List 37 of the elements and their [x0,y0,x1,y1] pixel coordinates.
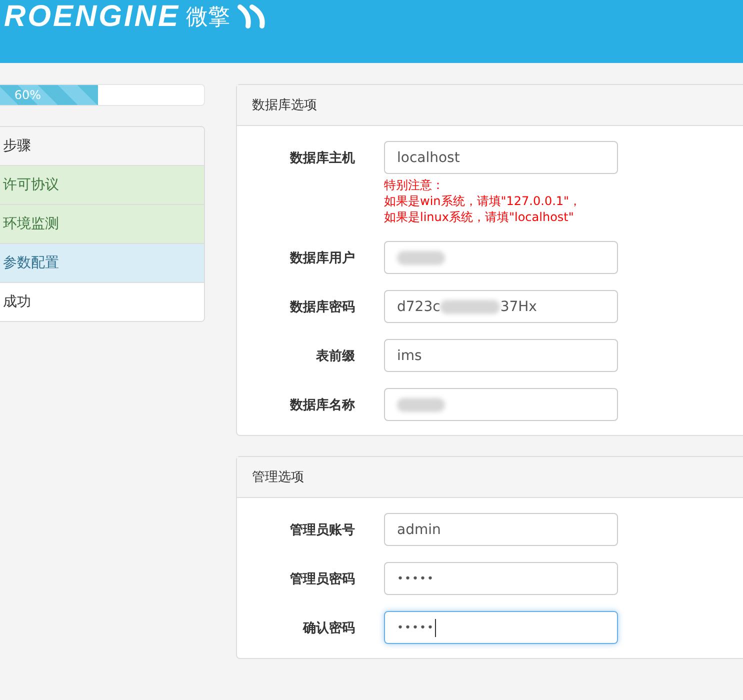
blur-smudge [397,398,445,412]
logo-text: 微擎 [186,4,230,32]
field-label: 数据库主机 [288,150,355,167]
progress-label: 60% [14,88,41,102]
field-label: 数据库用户 [288,250,355,267]
text-cursor [435,618,436,636]
field-value: 37Hx [500,298,537,314]
field-label: 管理员密码 [289,570,355,588]
field-value: d723c [397,298,440,314]
password-field[interactable]: ••••• [384,611,618,644]
input-field[interactable]: admin [384,513,618,546]
blur-smudge [440,300,500,314]
input-field[interactable]: d723c 37Hx [384,290,618,323]
password-field[interactable]: ••••• [384,562,618,595]
field-label: 数据库密码 [288,298,355,316]
warning-note: 特别注意： 如果是win系统，请填"127.0.0.1"， 如果是linux系统，请填"localhost" [384,177,582,225]
field-value: ••••• [397,572,434,585]
field-label: 表前缀 [315,348,355,365]
blur-smudge [397,250,445,264]
step-item: 参数配置 [0,244,204,283]
input-field[interactable] [384,241,618,274]
field-label: 数据库名称 [288,396,355,414]
field-label: 管理员账号 [289,522,355,539]
field-value: localhost [397,150,460,166]
logo-text: ROENGINE [4,0,180,34]
field-value: admin [397,522,441,538]
panel-title: 管理选项 [237,457,743,498]
panel-title: 数据库选项 [237,85,743,126]
field-label: 确认密码 [302,620,355,637]
steps-title: 步骤 [0,127,204,166]
input-field[interactable] [384,388,618,421]
step-item: 许可协议 [0,166,204,205]
step-item: 环境监测 [0,205,204,244]
input-field[interactable]: ims [384,339,618,372]
input-field[interactable]: localhost [384,141,618,174]
field-value: ims [397,348,422,364]
field-value: ••••• [397,621,434,634]
